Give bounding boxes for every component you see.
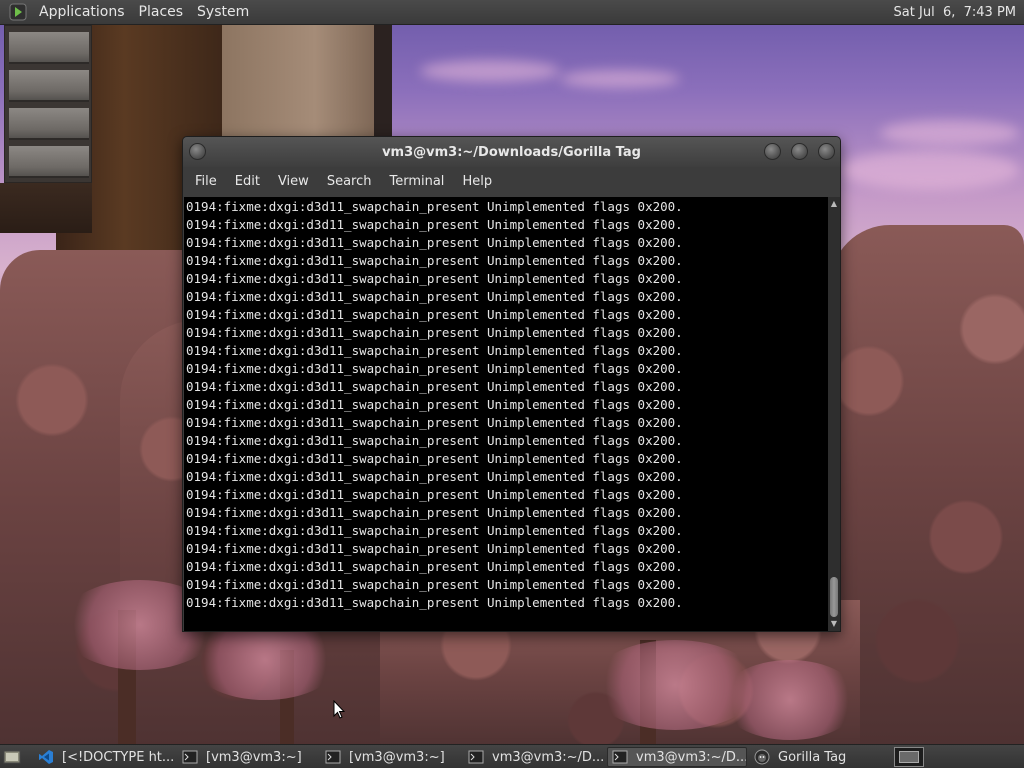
task-label: vm3@vm3:~/D...: [636, 749, 747, 765]
minimize-icon[interactable]: [764, 143, 781, 160]
bottom-panel: [<!DOCTYPE ht... [vm3@vm3:~] [vm3@vm3:~]…: [0, 744, 1024, 768]
task-label: Gorilla Tag: [778, 749, 847, 765]
terminal-icon: [468, 749, 484, 765]
terminal-scrollbar[interactable]: ▲ ▼: [828, 197, 840, 631]
task-terminal-3[interactable]: vm3@vm3:~/D...: [464, 747, 604, 767]
gnome-foot-icon[interactable]: [8, 2, 28, 22]
terminal-line: 0194:fixme:dxgi:d3d11_swapchain_present …: [186, 325, 683, 340]
terminal-line: 0194:fixme:dxgi:d3d11_swapchain_present …: [186, 199, 683, 214]
workspace-switcher[interactable]: [894, 747, 924, 767]
task-label: [vm3@vm3:~]: [349, 749, 445, 765]
task-terminal-2[interactable]: [vm3@vm3:~]: [321, 747, 461, 767]
terminal-icon: [325, 749, 341, 765]
scrollbar-thumb[interactable]: [830, 577, 838, 617]
menu-terminal[interactable]: Terminal: [380, 167, 453, 197]
terminal-window[interactable]: vm3@vm3:~/Downloads/Gorilla Tag File Edi…: [182, 136, 841, 632]
menu-view[interactable]: View: [269, 167, 318, 197]
vscode-icon: [38, 749, 54, 765]
terminal-line: 0194:fixme:dxgi:d3d11_swapchain_present …: [186, 433, 683, 448]
tree-foliage: [190, 620, 340, 700]
terminal-line: 0194:fixme:dxgi:d3d11_swapchain_present …: [186, 253, 683, 268]
terminal-line: 0194:fixme:dxgi:d3d11_swapchain_present …: [186, 559, 683, 574]
clock[interactable]: Sat Jul 6, 7:43 PM: [890, 0, 1020, 25]
maximize-icon[interactable]: [791, 143, 808, 160]
task-label: [vm3@vm3:~]: [206, 749, 302, 765]
task-label: vm3@vm3:~/D...: [492, 749, 604, 765]
cloud: [560, 70, 680, 88]
tree-foliage: [720, 660, 860, 740]
terminal-line: 0194:fixme:dxgi:d3d11_swapchain_present …: [186, 487, 683, 502]
terminal-line: 0194:fixme:dxgi:d3d11_swapchain_present …: [186, 289, 683, 304]
terminal-line: 0194:fixme:dxgi:d3d11_swapchain_present …: [186, 307, 683, 322]
terminal-line: 0194:fixme:dxgi:d3d11_swapchain_present …: [186, 217, 683, 232]
cloud: [420, 60, 560, 82]
task-label: [<!DOCTYPE ht...: [62, 749, 174, 765]
task-terminal-active[interactable]: vm3@vm3:~/D...: [607, 747, 747, 767]
mouse-pointer-icon: [333, 699, 346, 720]
applications-menu[interactable]: Applications: [32, 0, 132, 25]
terminal-line: 0194:fixme:dxgi:d3d11_swapchain_present …: [186, 541, 683, 556]
cloud: [880, 120, 1020, 146]
terminal-line: 0194:fixme:dxgi:d3d11_swapchain_present …: [186, 271, 683, 286]
ladder: [4, 25, 92, 183]
menu-help[interactable]: Help: [453, 167, 501, 197]
window-titlebar[interactable]: vm3@vm3:~/Downloads/Gorilla Tag: [183, 137, 840, 167]
show-desktop-icon[interactable]: [2, 748, 22, 766]
terminal-line: 0194:fixme:dxgi:d3d11_swapchain_present …: [186, 379, 683, 394]
task-gorilla-tag[interactable]: Gorilla Tag: [750, 747, 890, 767]
terminal-line: 0194:fixme:dxgi:d3d11_swapchain_present …: [186, 505, 683, 520]
close-icon[interactable]: [818, 143, 835, 160]
menu-edit[interactable]: Edit: [226, 167, 269, 197]
terminal-line: 0194:fixme:dxgi:d3d11_swapchain_present …: [186, 343, 683, 358]
workspace-1[interactable]: [899, 751, 919, 763]
terminal-line: 0194:fixme:dxgi:d3d11_swapchain_present …: [186, 235, 683, 250]
ledge: [0, 183, 92, 233]
scroll-up-arrow-icon[interactable]: ▲: [829, 199, 839, 209]
gorilla-icon: [754, 749, 770, 765]
terminal-line: 0194:fixme:dxgi:d3d11_swapchain_present …: [186, 577, 683, 592]
terminal-icon: [182, 749, 198, 765]
ladder-rung: [9, 146, 89, 178]
cloud: [840, 150, 1020, 190]
places-menu[interactable]: Places: [132, 0, 191, 25]
menu-search[interactable]: Search: [318, 167, 381, 197]
terminal-line: 0194:fixme:dxgi:d3d11_swapchain_present …: [186, 595, 683, 610]
menu-file[interactable]: File: [186, 167, 226, 197]
system-menu[interactable]: System: [190, 0, 256, 25]
ladder-rung: [9, 70, 89, 102]
terminal-line: 0194:fixme:dxgi:d3d11_swapchain_present …: [186, 469, 683, 484]
wooden-pillar-lit: [222, 25, 377, 140]
top-panel: Applications Places System Sat Jul 6, 7:…: [0, 0, 1024, 25]
window-title: vm3@vm3:~/Downloads/Gorilla Tag: [382, 144, 641, 160]
terminal-line: 0194:fixme:dxgi:d3d11_swapchain_present …: [186, 361, 683, 376]
terminal-line: 0194:fixme:dxgi:d3d11_swapchain_present …: [186, 397, 683, 412]
task-vscode[interactable]: [<!DOCTYPE ht...: [34, 747, 174, 767]
terminal-line: 0194:fixme:dxgi:d3d11_swapchain_present …: [186, 415, 683, 430]
terminal-menubar: File Edit View Search Terminal Help: [183, 167, 840, 197]
terminal-output[interactable]: 0194:fixme:dxgi:d3d11_swapchain_present …: [184, 197, 828, 631]
scroll-down-arrow-icon[interactable]: ▼: [829, 619, 839, 629]
ladder-rung: [9, 108, 89, 140]
window-menu-icon[interactable]: [189, 143, 206, 160]
pillar-edge: [374, 25, 392, 140]
task-terminal-1[interactable]: [vm3@vm3:~]: [178, 747, 318, 767]
ladder-rung: [9, 32, 89, 64]
terminal-icon: [612, 749, 628, 765]
terminal-line: 0194:fixme:dxgi:d3d11_swapchain_present …: [186, 451, 683, 466]
terminal-line: 0194:fixme:dxgi:d3d11_swapchain_present …: [186, 523, 683, 538]
